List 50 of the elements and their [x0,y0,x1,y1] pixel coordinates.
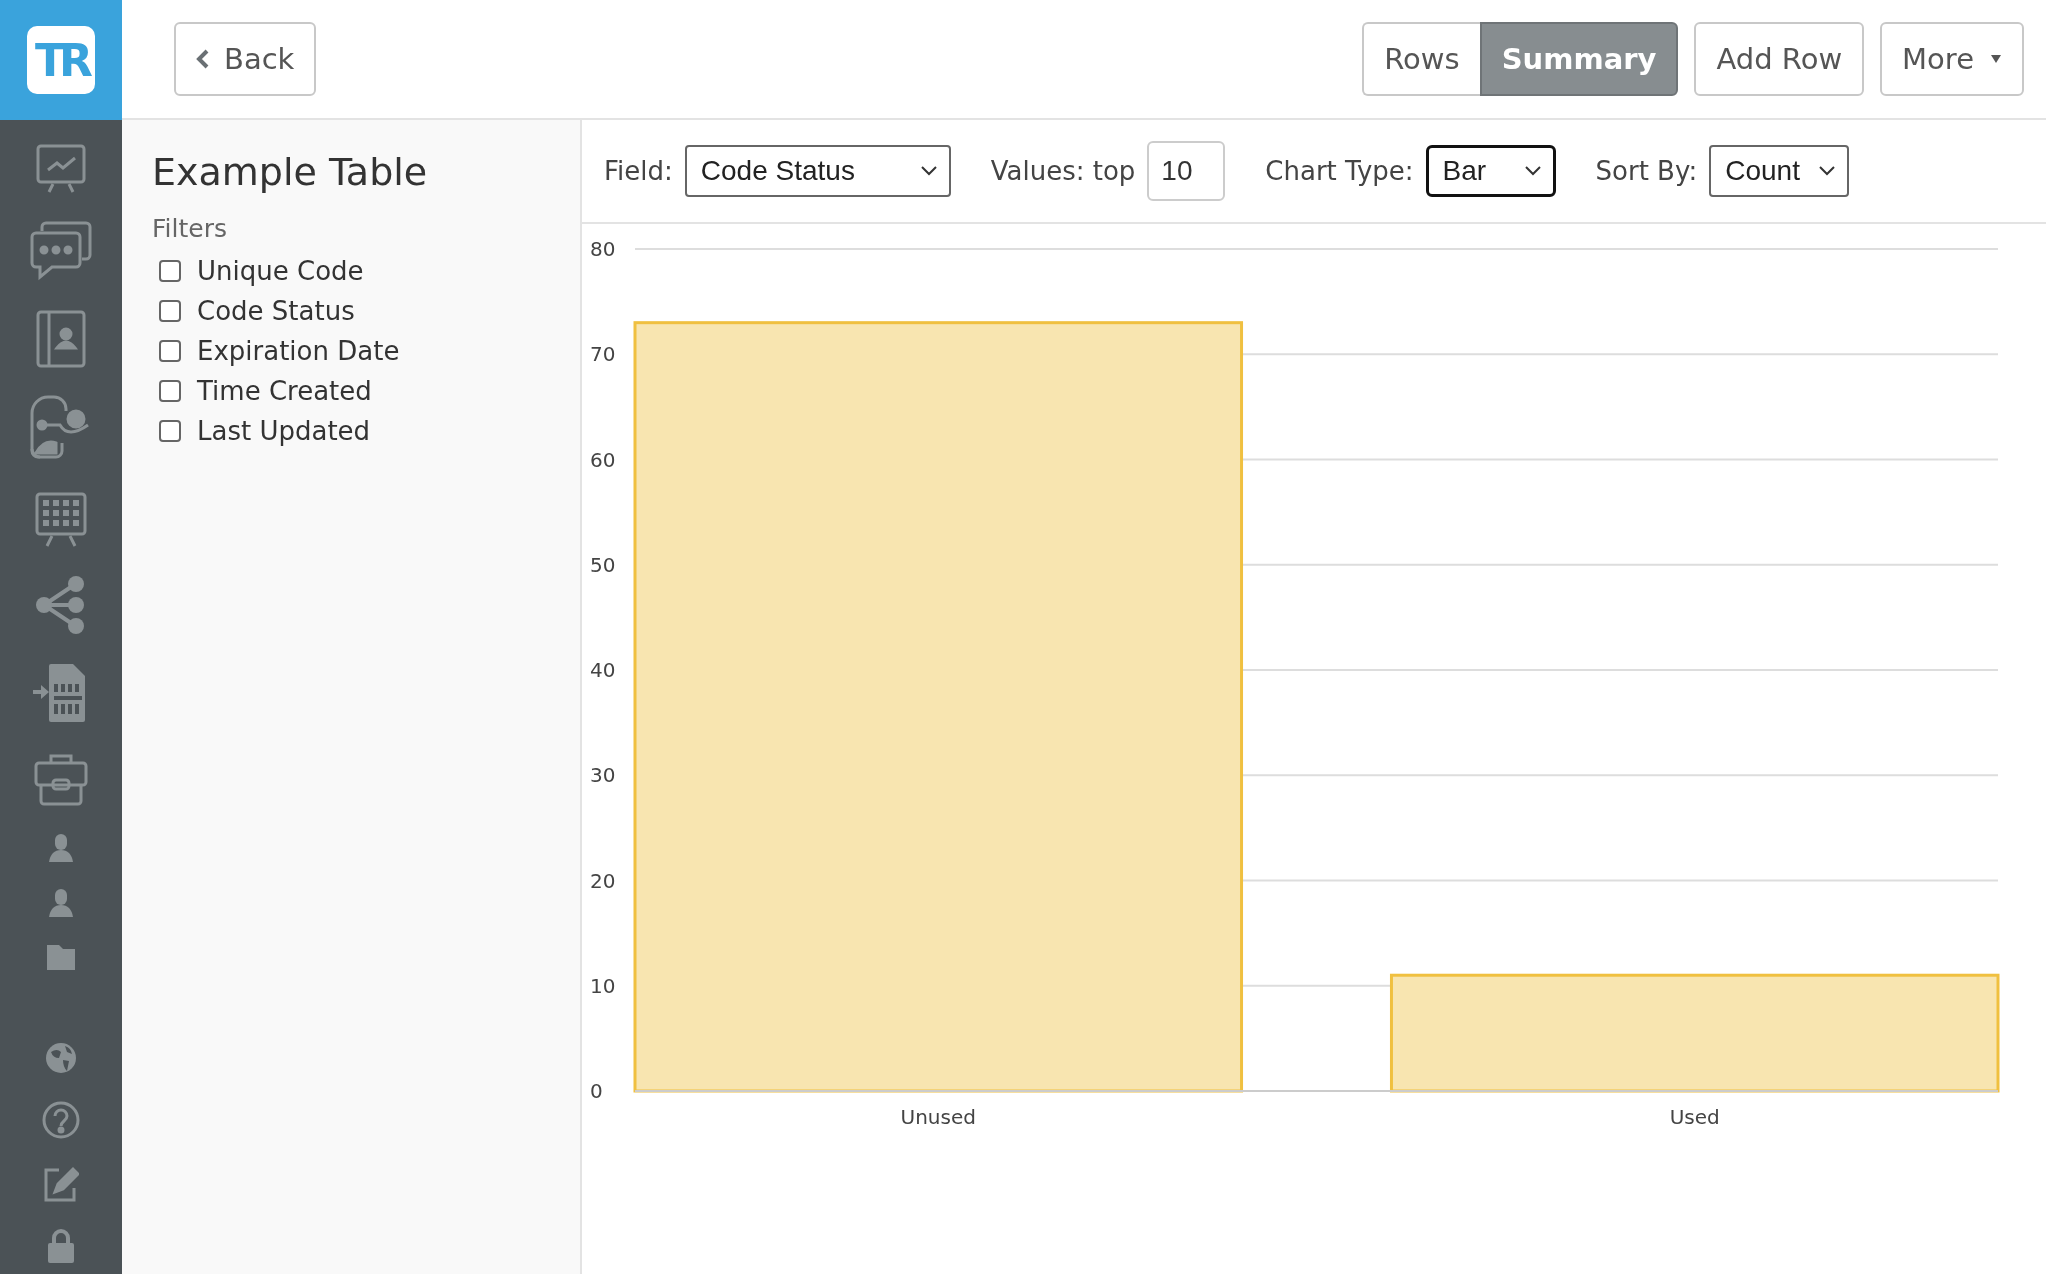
filter-checkbox[interactable] [159,260,181,282]
number-input[interactable]: 10 [1147,141,1226,201]
y-axis-label: 30 [590,763,616,788]
add-row-button[interactable]: Add Row [1694,22,1865,96]
y-axis-label: 20 [590,868,616,893]
user-icon[interactable] [47,889,75,917]
y-axis-label: 80 [590,237,616,261]
filter-label: Time Created [197,376,372,406]
y-axis-label: 70 [590,342,616,367]
lock-icon[interactable] [47,1229,75,1263]
chevron-left-icon [196,49,210,69]
help-icon[interactable] [42,1101,80,1139]
y-axis-label: 60 [590,447,616,472]
control-label: Sort By: [1595,156,1698,186]
y-axis-label: 0 [590,1079,603,1103]
view-tab[interactable]: Rows [1362,22,1480,96]
y-axis-label: 50 [590,552,616,577]
user-icon[interactable] [47,834,75,862]
folder-icon[interactable] [47,944,75,970]
grid-board-icon[interactable] [34,492,88,548]
back-button[interactable]: Back [174,22,317,96]
filter-checkbox[interactable] [159,420,181,442]
dropdown-select[interactable]: Bar [1425,145,1556,197]
filter-checkbox[interactable] [159,340,181,362]
filter-checkbox[interactable] [159,380,181,402]
control-label: Values: top [990,156,1136,186]
dropdown-select[interactable]: Code Status [684,145,951,197]
control-label: Chart Type: [1265,156,1414,186]
chevron-down-icon [1819,166,1836,176]
table-title: Example Table [152,150,428,194]
chart-board-icon[interactable] [35,144,87,194]
filter-label: Code Status [197,296,355,326]
edit-icon[interactable] [43,1166,79,1202]
chevron-down-icon [1524,166,1541,176]
filters-label: Filters [152,214,227,243]
x-axis-label: Unused [900,1105,976,1129]
more-button[interactable]: More [1880,22,2024,96]
y-axis-label: 40 [590,658,616,682]
caret-icon [1990,55,2002,63]
filter-label: Expiration Date [197,336,400,366]
chevron-down-icon [920,166,937,176]
control-label: Field: [604,156,673,186]
dropdown-select[interactable]: Count [1709,145,1850,197]
globe-icon[interactable] [45,1042,77,1074]
x-axis-label: Used [1669,1105,1720,1129]
filter-label: Unique Code [197,256,364,286]
filter-checkbox[interactable] [159,300,181,322]
filter-label: Last Updated [197,416,371,446]
contact-book-icon[interactable] [35,310,87,368]
y-axis-label: 10 [590,973,616,998]
